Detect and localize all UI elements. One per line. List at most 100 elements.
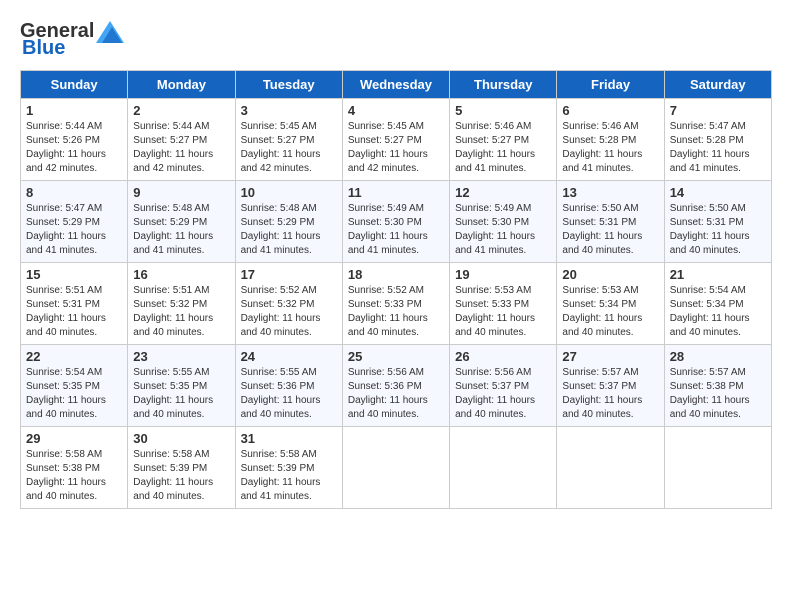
day-content: Sunrise: 5:56 AMSunset: 5:37 PMDaylight:… bbox=[455, 366, 551, 422]
calendar-cell: 5 Sunrise: 5:46 AMSunset: 5:27 PMDayligh… bbox=[450, 99, 557, 181]
day-number: 26 bbox=[455, 349, 551, 364]
day-number: 6 bbox=[562, 103, 658, 118]
calendar-cell: 23 Sunrise: 5:55 AMSunset: 5:35 PMDaylig… bbox=[128, 345, 235, 427]
calendar-cell: 4 Sunrise: 5:45 AMSunset: 5:27 PMDayligh… bbox=[342, 99, 449, 181]
calendar-cell: 7 Sunrise: 5:47 AMSunset: 5:28 PMDayligh… bbox=[664, 99, 771, 181]
day-content: Sunrise: 5:52 AMSunset: 5:32 PMDaylight:… bbox=[241, 284, 337, 340]
day-number: 1 bbox=[26, 103, 122, 118]
day-number: 30 bbox=[133, 431, 229, 446]
logo-icon bbox=[96, 21, 124, 43]
day-number: 22 bbox=[26, 349, 122, 364]
day-content: Sunrise: 5:50 AMSunset: 5:31 PMDaylight:… bbox=[562, 202, 658, 258]
day-header-monday: Monday bbox=[128, 71, 235, 99]
calendar-cell: 30 Sunrise: 5:58 AMSunset: 5:39 PMDaylig… bbox=[128, 427, 235, 509]
calendar-cell: 18 Sunrise: 5:52 AMSunset: 5:33 PMDaylig… bbox=[342, 263, 449, 345]
calendar-cell: 26 Sunrise: 5:56 AMSunset: 5:37 PMDaylig… bbox=[450, 345, 557, 427]
calendar-week-3: 15 Sunrise: 5:51 AMSunset: 5:31 PMDaylig… bbox=[21, 263, 772, 345]
day-content: Sunrise: 5:56 AMSunset: 5:36 PMDaylight:… bbox=[348, 366, 444, 422]
day-number: 5 bbox=[455, 103, 551, 118]
day-content: Sunrise: 5:50 AMSunset: 5:31 PMDaylight:… bbox=[670, 202, 766, 258]
day-number: 10 bbox=[241, 185, 337, 200]
day-content: Sunrise: 5:52 AMSunset: 5:33 PMDaylight:… bbox=[348, 284, 444, 340]
day-number: 15 bbox=[26, 267, 122, 282]
day-content: Sunrise: 5:53 AMSunset: 5:34 PMDaylight:… bbox=[562, 284, 658, 340]
day-content: Sunrise: 5:46 AMSunset: 5:27 PMDaylight:… bbox=[455, 120, 551, 176]
calendar-cell: 19 Sunrise: 5:53 AMSunset: 5:33 PMDaylig… bbox=[450, 263, 557, 345]
calendar-cell: 17 Sunrise: 5:52 AMSunset: 5:32 PMDaylig… bbox=[235, 263, 342, 345]
calendar-cell: 11 Sunrise: 5:49 AMSunset: 5:30 PMDaylig… bbox=[342, 181, 449, 263]
day-number: 12 bbox=[455, 185, 551, 200]
calendar-cell: 12 Sunrise: 5:49 AMSunset: 5:30 PMDaylig… bbox=[450, 181, 557, 263]
day-number: 19 bbox=[455, 267, 551, 282]
day-number: 20 bbox=[562, 267, 658, 282]
day-number: 4 bbox=[348, 103, 444, 118]
calendar-cell: 10 Sunrise: 5:48 AMSunset: 5:29 PMDaylig… bbox=[235, 181, 342, 263]
page-container: General Blue SundayMondayTuesdayWednesda… bbox=[20, 20, 772, 509]
calendar-cell: 20 Sunrise: 5:53 AMSunset: 5:34 PMDaylig… bbox=[557, 263, 664, 345]
day-number: 11 bbox=[348, 185, 444, 200]
day-content: Sunrise: 5:48 AMSunset: 5:29 PMDaylight:… bbox=[133, 202, 229, 258]
day-content: Sunrise: 5:54 AMSunset: 5:34 PMDaylight:… bbox=[670, 284, 766, 340]
logo-blue-text: Blue bbox=[22, 37, 65, 60]
calendar-cell bbox=[342, 427, 449, 509]
calendar-week-4: 22 Sunrise: 5:54 AMSunset: 5:35 PMDaylig… bbox=[21, 345, 772, 427]
calendar-cell: 21 Sunrise: 5:54 AMSunset: 5:34 PMDaylig… bbox=[664, 263, 771, 345]
day-header-thursday: Thursday bbox=[450, 71, 557, 99]
day-content: Sunrise: 5:48 AMSunset: 5:29 PMDaylight:… bbox=[241, 202, 337, 258]
calendar-week-2: 8 Sunrise: 5:47 AMSunset: 5:29 PMDayligh… bbox=[21, 181, 772, 263]
day-number: 23 bbox=[133, 349, 229, 364]
day-content: Sunrise: 5:58 AMSunset: 5:39 PMDaylight:… bbox=[241, 448, 337, 504]
day-content: Sunrise: 5:45 AMSunset: 5:27 PMDaylight:… bbox=[241, 120, 337, 176]
calendar-cell bbox=[664, 427, 771, 509]
calendar-cell: 28 Sunrise: 5:57 AMSunset: 5:38 PMDaylig… bbox=[664, 345, 771, 427]
calendar-cell: 2 Sunrise: 5:44 AMSunset: 5:27 PMDayligh… bbox=[128, 99, 235, 181]
calendar-cell: 8 Sunrise: 5:47 AMSunset: 5:29 PMDayligh… bbox=[21, 181, 128, 263]
day-number: 7 bbox=[670, 103, 766, 118]
day-content: Sunrise: 5:54 AMSunset: 5:35 PMDaylight:… bbox=[26, 366, 122, 422]
day-content: Sunrise: 5:55 AMSunset: 5:35 PMDaylight:… bbox=[133, 366, 229, 422]
day-number: 8 bbox=[26, 185, 122, 200]
day-number: 25 bbox=[348, 349, 444, 364]
calendar-cell: 1 Sunrise: 5:44 AMSunset: 5:26 PMDayligh… bbox=[21, 99, 128, 181]
day-number: 3 bbox=[241, 103, 337, 118]
calendar-cell: 29 Sunrise: 5:58 AMSunset: 5:38 PMDaylig… bbox=[21, 427, 128, 509]
day-content: Sunrise: 5:44 AMSunset: 5:26 PMDaylight:… bbox=[26, 120, 122, 176]
day-number: 29 bbox=[26, 431, 122, 446]
day-number: 13 bbox=[562, 185, 658, 200]
calendar-cell: 9 Sunrise: 5:48 AMSunset: 5:29 PMDayligh… bbox=[128, 181, 235, 263]
calendar-cell: 15 Sunrise: 5:51 AMSunset: 5:31 PMDaylig… bbox=[21, 263, 128, 345]
day-content: Sunrise: 5:49 AMSunset: 5:30 PMDaylight:… bbox=[455, 202, 551, 258]
calendar-header-row: SundayMondayTuesdayWednesdayThursdayFrid… bbox=[21, 71, 772, 99]
day-content: Sunrise: 5:47 AMSunset: 5:28 PMDaylight:… bbox=[670, 120, 766, 176]
calendar-cell: 3 Sunrise: 5:45 AMSunset: 5:27 PMDayligh… bbox=[235, 99, 342, 181]
day-header-friday: Friday bbox=[557, 71, 664, 99]
day-header-saturday: Saturday bbox=[664, 71, 771, 99]
day-content: Sunrise: 5:58 AMSunset: 5:39 PMDaylight:… bbox=[133, 448, 229, 504]
calendar-cell: 24 Sunrise: 5:55 AMSunset: 5:36 PMDaylig… bbox=[235, 345, 342, 427]
day-number: 31 bbox=[241, 431, 337, 446]
day-number: 2 bbox=[133, 103, 229, 118]
day-content: Sunrise: 5:58 AMSunset: 5:38 PMDaylight:… bbox=[26, 448, 122, 504]
day-content: Sunrise: 5:51 AMSunset: 5:31 PMDaylight:… bbox=[26, 284, 122, 340]
day-content: Sunrise: 5:47 AMSunset: 5:29 PMDaylight:… bbox=[26, 202, 122, 258]
day-content: Sunrise: 5:53 AMSunset: 5:33 PMDaylight:… bbox=[455, 284, 551, 340]
day-number: 21 bbox=[670, 267, 766, 282]
day-number: 27 bbox=[562, 349, 658, 364]
calendar-cell: 27 Sunrise: 5:57 AMSunset: 5:37 PMDaylig… bbox=[557, 345, 664, 427]
calendar-cell: 6 Sunrise: 5:46 AMSunset: 5:28 PMDayligh… bbox=[557, 99, 664, 181]
calendar-cell: 22 Sunrise: 5:54 AMSunset: 5:35 PMDaylig… bbox=[21, 345, 128, 427]
day-number: 16 bbox=[133, 267, 229, 282]
calendar-week-1: 1 Sunrise: 5:44 AMSunset: 5:26 PMDayligh… bbox=[21, 99, 772, 181]
day-header-tuesday: Tuesday bbox=[235, 71, 342, 99]
day-number: 24 bbox=[241, 349, 337, 364]
logo: General Blue bbox=[20, 20, 124, 60]
day-content: Sunrise: 5:57 AMSunset: 5:37 PMDaylight:… bbox=[562, 366, 658, 422]
day-number: 18 bbox=[348, 267, 444, 282]
calendar-cell: 25 Sunrise: 5:56 AMSunset: 5:36 PMDaylig… bbox=[342, 345, 449, 427]
calendar-cell: 31 Sunrise: 5:58 AMSunset: 5:39 PMDaylig… bbox=[235, 427, 342, 509]
day-content: Sunrise: 5:46 AMSunset: 5:28 PMDaylight:… bbox=[562, 120, 658, 176]
day-header-sunday: Sunday bbox=[21, 71, 128, 99]
day-content: Sunrise: 5:57 AMSunset: 5:38 PMDaylight:… bbox=[670, 366, 766, 422]
day-number: 28 bbox=[670, 349, 766, 364]
day-content: Sunrise: 5:45 AMSunset: 5:27 PMDaylight:… bbox=[348, 120, 444, 176]
